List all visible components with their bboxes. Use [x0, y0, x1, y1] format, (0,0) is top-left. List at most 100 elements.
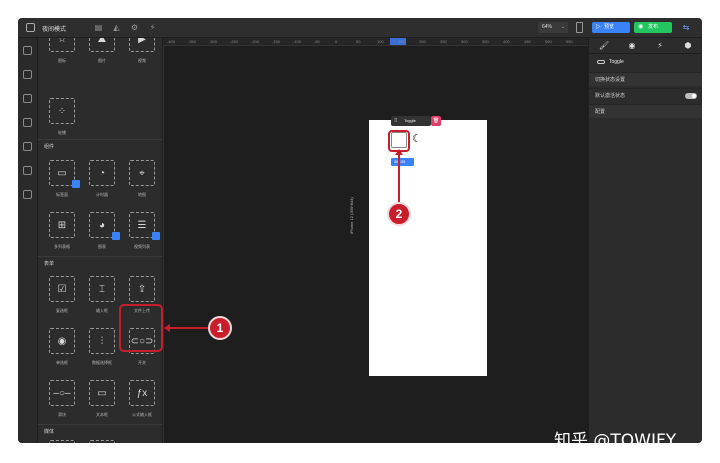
ruler-tick: -300 — [209, 39, 218, 44]
tile-label: 单选框 — [56, 360, 68, 365]
data-icon[interactable] — [23, 142, 32, 151]
page-icon[interactable]: ▤ — [94, 23, 103, 32]
component-tile-input[interactable]: ⌶ 输入框 — [82, 270, 122, 320]
tile-label: 轮播 — [58, 130, 66, 135]
formula-icon: ƒx — [136, 387, 148, 399]
component-tile-data-picker[interactable]: ⫶ 数据选择框 — [82, 322, 122, 372]
input-preview: ⌶ — [89, 276, 115, 302]
component-tile-video-list[interactable]: ☰ 视频列表 — [122, 206, 162, 256]
phone-artboard[interactable] — [369, 120, 487, 376]
row-toggle-state-settings[interactable]: 切换状态设置 — [589, 72, 702, 86]
cube-icon[interactable]: ⬢ — [683, 41, 693, 51]
checkbox-preview: ☑ — [49, 276, 75, 302]
camera-icon: ▣ — [90, 441, 114, 443]
drag-handle-icon[interactable]: ⠿ — [394, 116, 398, 126]
moon-icon: ☾ — [412, 133, 422, 145]
tile-label: 视频 — [138, 58, 146, 63]
map-pin-icon: ⌖ — [139, 167, 145, 179]
map-preview: ⌖ — [129, 160, 155, 186]
components-icon[interactable] — [23, 46, 32, 55]
callout-line — [166, 327, 208, 329]
row-config[interactable]: 配置 — [589, 104, 702, 118]
ruler-tick: -50 — [314, 39, 320, 44]
slider-icon: –○– — [53, 387, 71, 399]
files-icon[interactable] — [23, 166, 32, 175]
callout-1: 1 — [208, 316, 232, 340]
lightning-icon[interactable]: ⚡ — [655, 41, 665, 51]
component-tile-slider[interactable]: –○– 滑块 — [42, 374, 82, 424]
properties-tabs: 🖌 ◉ ⚡ ⬢ — [589, 38, 702, 54]
carousel-icon: ⁘ — [57, 105, 67, 117]
data-picker-preview: ⫶ — [89, 328, 115, 354]
row-label: 配置 — [595, 109, 606, 115]
publish-button[interactable]: ◉ 发布 — [634, 22, 672, 33]
component-tile-audio[interactable]: ♪ — [42, 434, 82, 443]
delete-icon[interactable]: 🗑 — [431, 116, 441, 126]
component-tile-timer[interactable]: ◔ 计时器 — [82, 154, 122, 204]
size-chip: 36×30 — [391, 158, 414, 166]
properties-panel: 🖌 ◉ ⚡ ⬢ Toggle 切换状态设置 默认激活状态 配置 — [588, 38, 702, 443]
chart-preview: ◕ — [89, 212, 120, 240]
badge — [72, 180, 80, 188]
divider — [38, 139, 162, 140]
component-tile-table[interactable]: ⊞ 多列表格 — [42, 206, 82, 256]
component-tile-video[interactable]: ▶ 视频 — [122, 38, 162, 70]
settings-icon[interactable]: ⚙ — [130, 23, 139, 32]
selection-toolbar[interactable]: ⠿ Toggle — [391, 116, 431, 126]
brush-icon[interactable]: 🖌 — [599, 41, 609, 51]
ruler-tick: 100 — [377, 39, 384, 44]
pie-chart-icon: ◕ — [98, 219, 106, 231]
layers-icon[interactable] — [23, 118, 32, 127]
component-title: Toggle — [597, 59, 624, 65]
tile-label: 多列表格 — [54, 244, 70, 249]
more-icon[interactable] — [23, 190, 32, 199]
eye-icon[interactable]: ◉ — [627, 41, 637, 51]
tile-label: 公式输入框 — [132, 412, 152, 417]
pages-icon[interactable] — [23, 94, 32, 103]
radio-preview: ◉ — [49, 328, 75, 354]
component-tile-image[interactable]: ⛰ 图片 — [82, 38, 122, 70]
icon-preview: ☆ — [49, 38, 75, 52]
ruler-tick: 550 — [566, 39, 573, 44]
tabs-icon: ▭ — [57, 167, 67, 179]
ruler-tick: 250 — [440, 39, 447, 44]
formula-preview: ƒx — [129, 380, 155, 406]
highlight-switch-tile — [119, 304, 163, 352]
component-tile-textarea[interactable]: ▭ 文本框 — [82, 374, 122, 424]
component-tile-chart[interactable]: ◕ 图表 — [82, 206, 122, 256]
component-tile-icon[interactable]: ☆ 图标 — [42, 38, 82, 70]
publish-label: 发布 — [648, 24, 659, 30]
component-tile-tabs[interactable]: ▭ 标签面 — [42, 154, 82, 204]
section-form: 表单 — [44, 261, 55, 267]
design-canvas[interactable]: -400 -350 -300 -250 -200 -150 -100 -50 0… — [163, 38, 588, 443]
component-tile-formula-input[interactable]: ƒx 公式输入框 — [122, 374, 162, 424]
zoom-select[interactable]: 64% ⌄ — [538, 22, 568, 33]
clock-icon: ◔ — [98, 167, 106, 179]
sidebar-toggle-icon[interactable] — [26, 23, 35, 32]
ruler-tick: 500 — [545, 39, 552, 44]
device-icon[interactable] — [576, 22, 583, 33]
tabs-preview: ▭ — [49, 160, 80, 188]
component-tile-radio[interactable]: ◉ 单选框 — [42, 322, 82, 372]
component-tile-map[interactable]: ⌖ 地图 — [122, 154, 162, 204]
tile-label: 复选框 — [56, 308, 68, 313]
ruler-tick: 50 — [356, 39, 361, 44]
ruler-tick: -400 — [167, 39, 176, 44]
plugin-icon[interactable]: ⚡ — [148, 23, 157, 32]
watermark: 知乎 @TOWIFY — [554, 431, 677, 451]
component-tile-carousel[interactable]: ⁘ 轮播 — [42, 92, 82, 142]
camera-preview: ▣ — [89, 440, 115, 443]
app-title: 夜间模式 — [42, 27, 67, 33]
badge — [112, 232, 120, 240]
preview-button[interactable]: ▷ 预览 — [592, 22, 630, 33]
tile-label: 文本框 — [96, 412, 108, 417]
table-icon: ⊞ — [57, 219, 67, 231]
component-tile-camera[interactable]: ▣ — [82, 434, 122, 443]
share-icon[interactable]: ⇆ — [680, 22, 692, 33]
arrow-left-icon — [164, 324, 170, 332]
templates-icon[interactable] — [23, 70, 32, 79]
default-active-switch[interactable] — [685, 93, 697, 99]
theme-icon[interactable]: ◭ — [112, 23, 121, 32]
component-tile-checkbox[interactable]: ☑ 复选框 — [42, 270, 82, 320]
textarea-preview: ▭ — [89, 380, 115, 406]
